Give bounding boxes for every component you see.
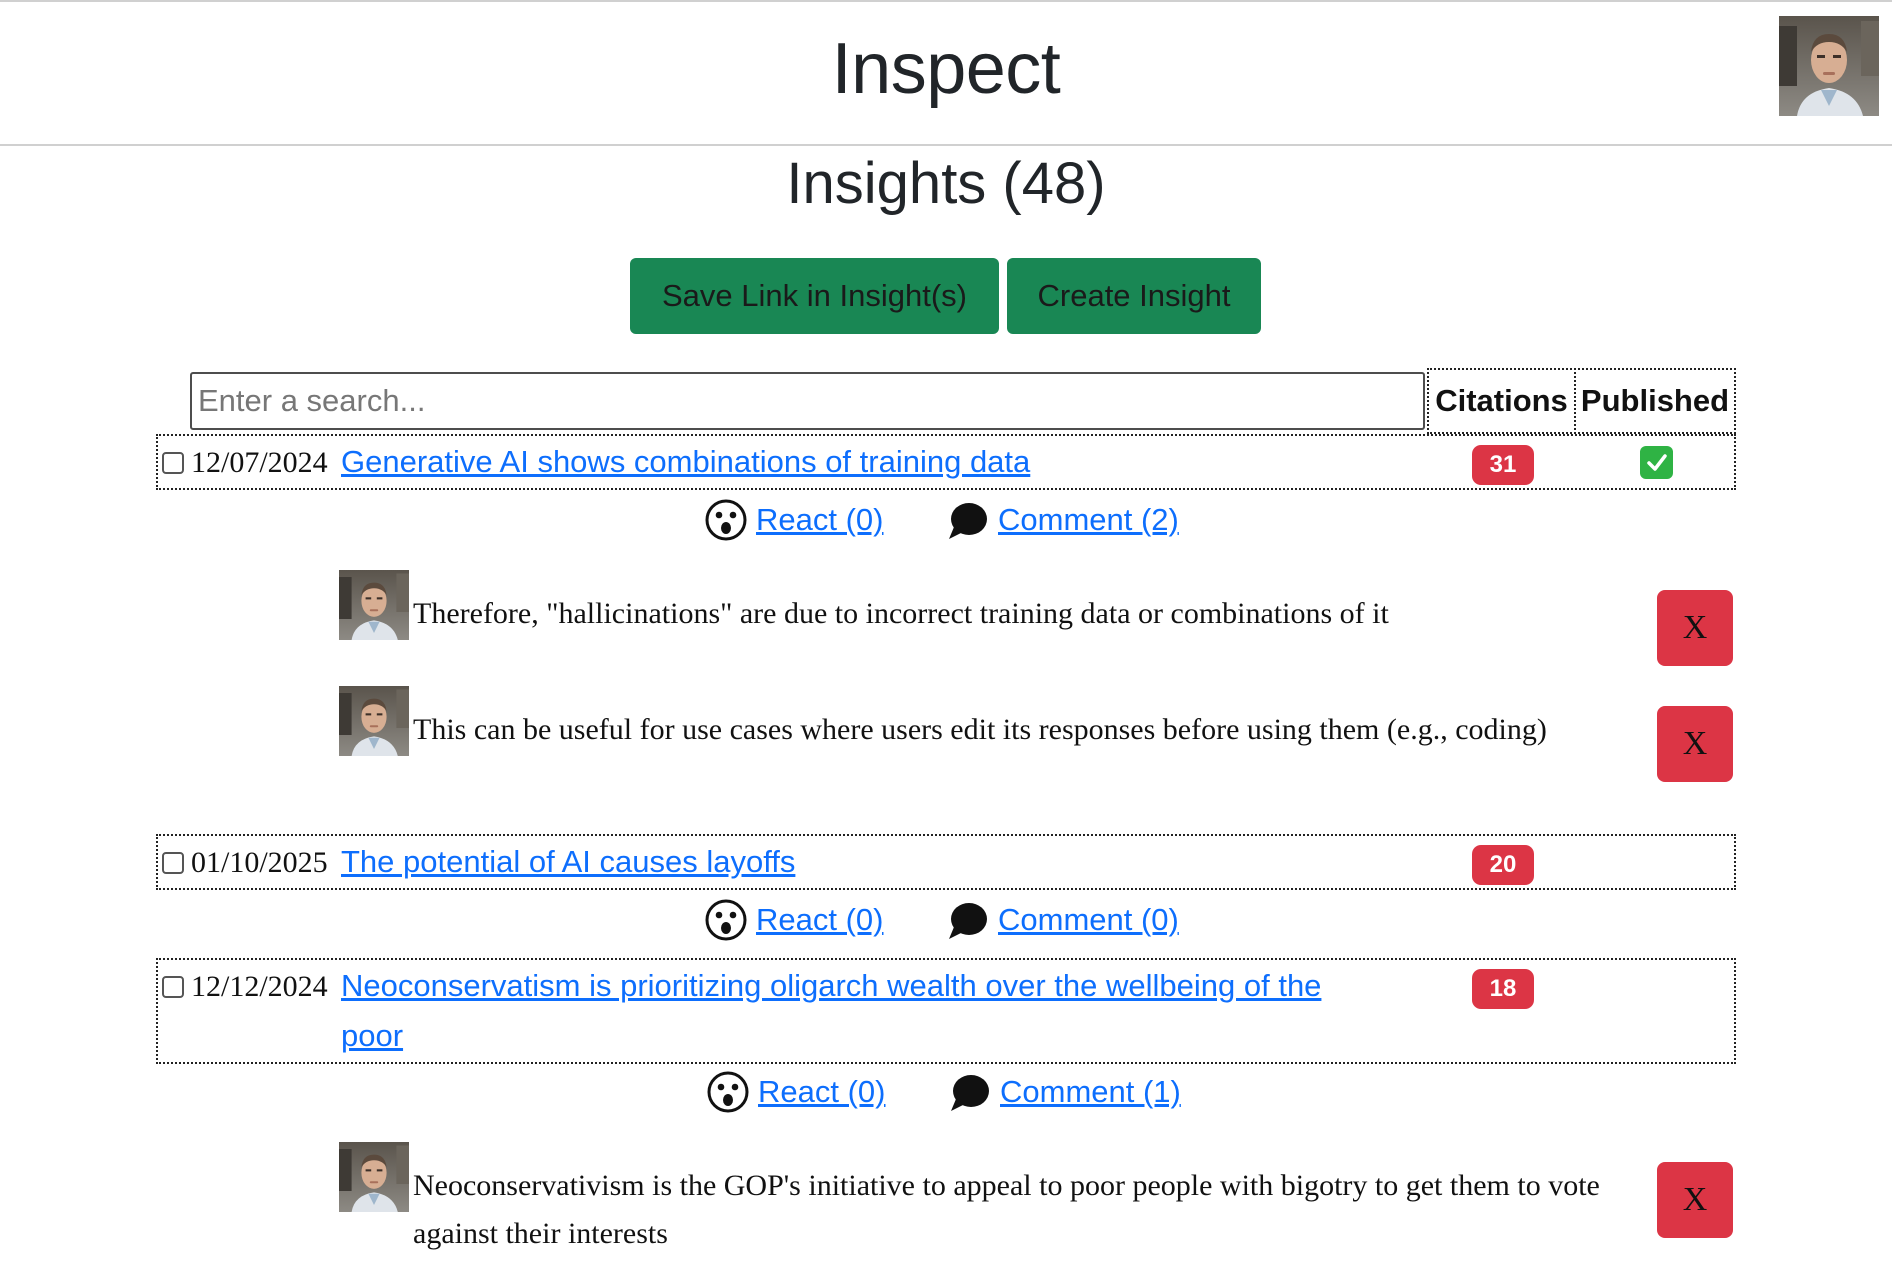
speech-bubble-icon bbox=[949, 503, 987, 539]
insight-title-link[interactable]: Neoconservatism is prioritizing oligarch… bbox=[341, 961, 1391, 1061]
comment-link[interactable]: Comment (2) bbox=[946, 494, 1179, 546]
insight-actions: React (0) Comment (2) bbox=[0, 494, 1892, 546]
comment-label: Comment (2) bbox=[998, 502, 1179, 537]
react-link[interactable]: React (0) bbox=[706, 1066, 885, 1118]
citations-badge: 20 bbox=[1472, 845, 1534, 885]
comment-avatar bbox=[339, 570, 409, 640]
insight-date: 12/07/2024 bbox=[191, 446, 328, 479]
delete-comment-button[interactable]: X bbox=[1657, 1162, 1733, 1238]
insight-title-link[interactable]: The potential of AI causes layoffs bbox=[341, 837, 1391, 887]
surprised-face-icon bbox=[707, 1071, 749, 1113]
insight-checkbox[interactable] bbox=[162, 976, 184, 998]
delete-comment-button[interactable]: X bbox=[1657, 706, 1733, 782]
comment-item: This can be useful for use cases where u… bbox=[0, 686, 1892, 796]
comment-link[interactable]: Comment (0) bbox=[946, 894, 1179, 946]
citations-badge: 31 bbox=[1472, 445, 1534, 485]
search-input[interactable] bbox=[190, 372, 1425, 430]
insight-checkbox[interactable] bbox=[162, 852, 184, 874]
page-title: Insights (48) bbox=[786, 151, 1106, 216]
react-link[interactable]: React (0) bbox=[704, 494, 883, 546]
comment-item: Therefore, "hallicinations" are due to i… bbox=[0, 570, 1892, 666]
speech-bubble-icon bbox=[951, 1075, 989, 1111]
surprised-face-icon bbox=[705, 499, 747, 541]
check-mark-icon bbox=[1640, 446, 1673, 479]
insight-row: 01/10/2025 The potential of AI causes la… bbox=[156, 834, 1736, 890]
insight-actions: React (0) Comment (0) bbox=[0, 894, 1892, 946]
react-label: React (0) bbox=[756, 902, 884, 937]
insight-title-link[interactable]: Generative AI shows combinations of trai… bbox=[341, 437, 1391, 487]
comment-text: This can be useful for use cases where u… bbox=[413, 713, 1547, 746]
surprised-face-icon bbox=[705, 899, 747, 941]
insight-checkbox[interactable] bbox=[162, 452, 184, 474]
insight-actions: React (0) Comment (1) bbox=[0, 1066, 1892, 1118]
delete-comment-button[interactable]: X bbox=[1657, 590, 1733, 666]
create-insight-button[interactable]: Create Insight bbox=[1007, 258, 1261, 334]
published-column-header[interactable]: Published bbox=[1574, 368, 1736, 434]
comment-text: Neoconservativism is the GOP's initiativ… bbox=[413, 1169, 1600, 1250]
comment-label: Comment (0) bbox=[998, 902, 1179, 937]
comment-item: Neoconservativism is the GOP's initiativ… bbox=[0, 1142, 1892, 1252]
insight-row: 12/07/2024 Generative AI shows combinati… bbox=[156, 434, 1736, 490]
comment-text: Therefore, "hallicinations" are due to i… bbox=[413, 597, 1389, 630]
insight-date: 12/12/2024 bbox=[191, 970, 328, 1003]
react-link[interactable]: React (0) bbox=[704, 894, 883, 946]
react-label: React (0) bbox=[756, 502, 884, 537]
top-bar: Inspect bbox=[0, 0, 1892, 146]
save-link-button[interactable]: Save Link in Insight(s) bbox=[630, 258, 999, 334]
insight-date: 01/10/2025 bbox=[191, 846, 328, 879]
insight-row: 12/12/2024 Neoconservatism is prioritizi… bbox=[156, 958, 1736, 1064]
citations-column-header[interactable]: Citations bbox=[1427, 368, 1576, 434]
comment-avatar bbox=[339, 686, 409, 756]
user-avatar[interactable] bbox=[1779, 16, 1879, 116]
comment-link[interactable]: Comment (1) bbox=[948, 1066, 1181, 1118]
comment-label: Comment (1) bbox=[1000, 1074, 1181, 1109]
comment-avatar bbox=[339, 1142, 409, 1212]
react-label: React (0) bbox=[758, 1074, 886, 1109]
citations-badge: 18 bbox=[1472, 969, 1534, 1009]
speech-bubble-icon bbox=[949, 903, 987, 939]
app-title: Inspect bbox=[831, 29, 1061, 109]
